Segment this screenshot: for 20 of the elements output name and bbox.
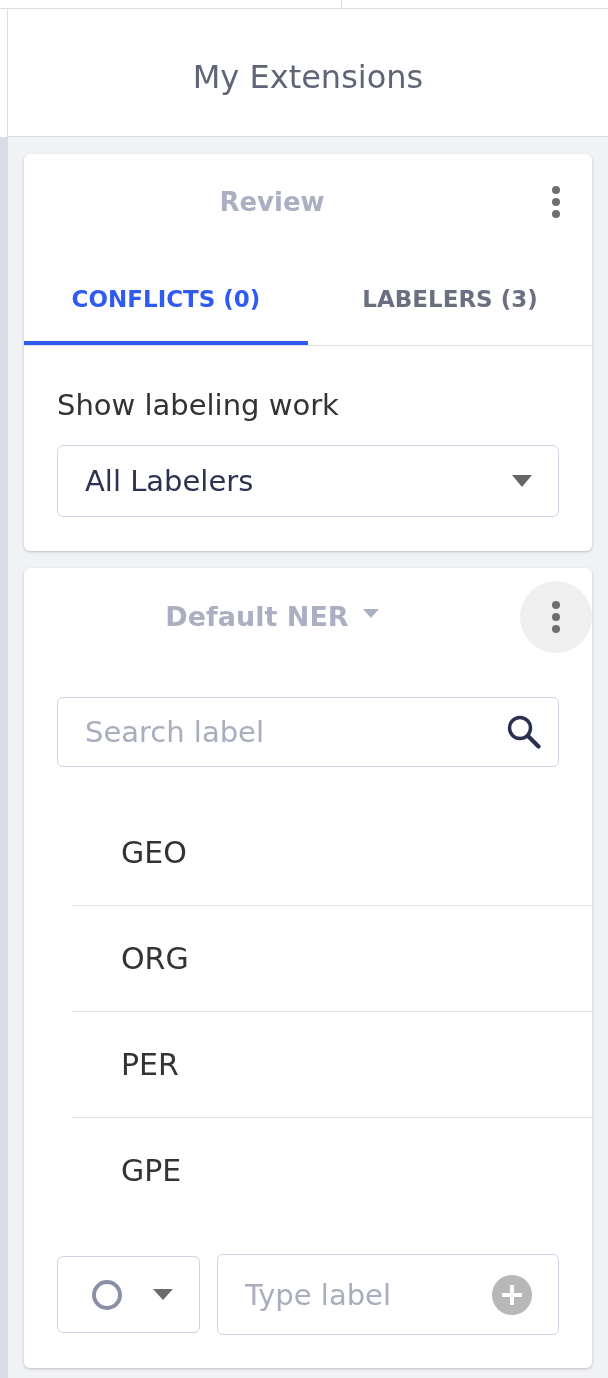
label-item[interactable]: PER	[72, 1012, 592, 1118]
tab[interactable]: CONFLICTS (0)	[24, 249, 308, 345]
caret-icon	[362, 609, 379, 618]
ring-icon	[92, 1279, 122, 1310]
card-title: Review	[219, 185, 325, 219]
panel-title: My Extensions	[192, 57, 424, 98]
labeler-dropdown[interactable]: All Labelers	[57, 445, 559, 517]
color-picker-button[interactable]	[57, 1256, 200, 1333]
label-item[interactable]: GPE	[72, 1118, 592, 1223]
more-vertical-icon	[552, 600, 560, 633]
filter-label: Show labeling work	[57, 387, 340, 423]
new-label-field[interactable]: Type label	[217, 1254, 559, 1335]
search-field[interactable]: Search label	[57, 697, 559, 767]
more-vertical-icon	[552, 185, 560, 218]
tab[interactable]: LABELERS (3)	[308, 249, 592, 345]
search-icon[interactable]	[507, 715, 541, 749]
label-item[interactable]: GEO	[72, 800, 592, 906]
caret-icon	[153, 1289, 173, 1300]
caret-icon	[512, 475, 532, 487]
label-item[interactable]: ORG	[72, 906, 592, 1012]
